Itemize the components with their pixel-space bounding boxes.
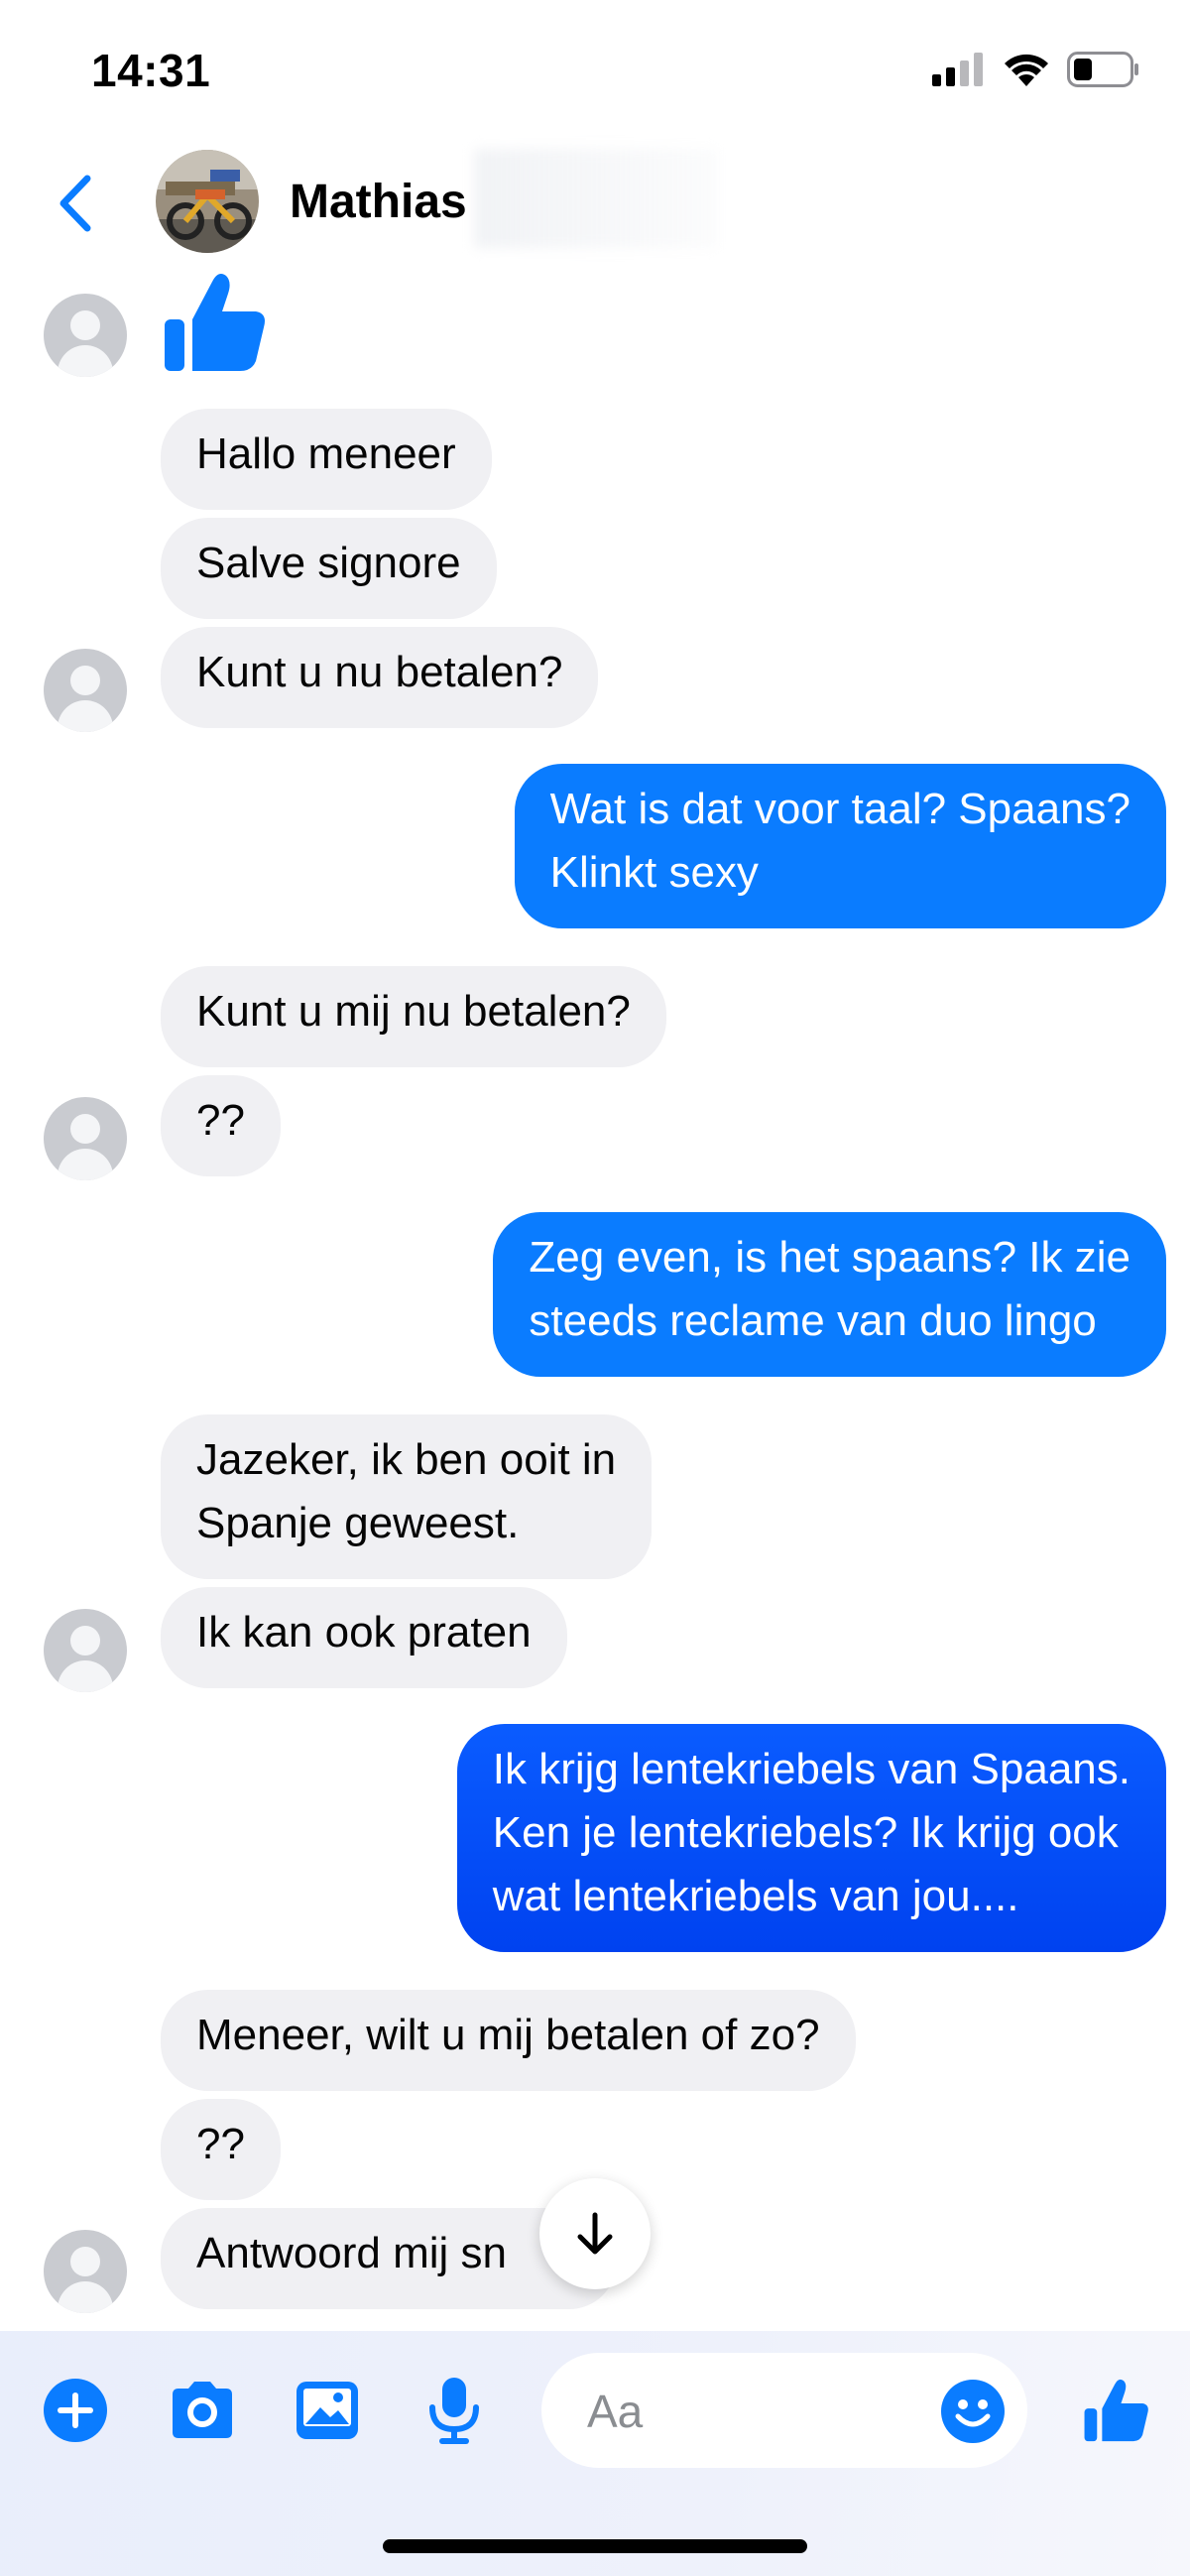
plus-icon (44, 2379, 107, 2442)
contact-name[interactable]: Mathias (290, 175, 467, 229)
arrow-down-icon (577, 2212, 613, 2255)
chat-header: Mathias (0, 139, 1190, 268)
status-time: 14:31 (91, 45, 211, 96)
contact-avatar[interactable] (156, 150, 259, 253)
thumbs-up-icon (165, 274, 265, 371)
wifi-icon (1005, 54, 1048, 86)
message-bubble-outgoing[interactable]: Ik krijg lentekriebels van Spaans. Ken j… (456, 1724, 1166, 1952)
gallery-icon (297, 2382, 358, 2439)
message-bubble-outgoing[interactable]: Zeg even, is het spaans? Ik zie steeds r… (493, 1212, 1166, 1377)
message-bubble-incoming[interactable]: Meneer, wilt u mij betalen of zo? (161, 1990, 856, 2091)
message-input[interactable] (585, 2381, 887, 2442)
sender-avatar[interactable] (44, 1609, 127, 1692)
message-list[interactable]: Hallo meneer Salve signore Kunt u nu bet… (0, 268, 1190, 2331)
scroll-to-bottom-button[interactable] (539, 2178, 651, 2289)
plus-button[interactable] (36, 2371, 115, 2450)
microphone-icon (429, 2378, 479, 2444)
message-bubble-outgoing[interactable]: Wat is dat voor taal? Spaans? Klinkt sex… (514, 764, 1166, 928)
camera-icon (173, 2382, 232, 2438)
camera-button[interactable] (163, 2371, 242, 2450)
status-bar: 14:31 (0, 0, 1190, 139)
signal-icon (932, 53, 983, 86)
gallery-button[interactable] (288, 2371, 367, 2450)
message-bubble-incoming[interactable]: Hallo meneer (161, 409, 492, 510)
redacted-name-region (474, 149, 718, 248)
status-icons (932, 52, 1140, 87)
sender-avatar[interactable] (44, 294, 127, 377)
home-indicator[interactable] (383, 2539, 807, 2553)
emoji-icon[interactable] (940, 2379, 1006, 2444)
voice-button[interactable] (415, 2371, 494, 2450)
message-bubble-incoming[interactable]: Jazeker, ik ben ooit in Spanje geweest. (161, 1414, 653, 1579)
sender-avatar[interactable] (44, 2230, 127, 2313)
message-bubble-incoming[interactable]: Ik kan ook praten (161, 1587, 567, 1688)
back-button[interactable] (50, 169, 109, 238)
like-button[interactable] (1077, 2371, 1156, 2450)
message-bubble-incoming[interactable]: Salve signore (161, 518, 497, 619)
thumbs-up-icon (1084, 2379, 1148, 2442)
sender-avatar[interactable] (44, 649, 127, 732)
message-bubble-incoming[interactable]: ?? (161, 1075, 281, 1176)
battery-icon (1067, 52, 1138, 87)
message-input-container[interactable] (541, 2353, 1027, 2468)
sender-avatar[interactable] (44, 1097, 127, 1180)
back-chevron-icon (60, 175, 91, 232)
message-bubble-incoming[interactable]: ?? (161, 2099, 281, 2200)
message-bubble-incoming[interactable]: Kunt u mij nu betalen? (161, 966, 666, 1067)
message-bubble-incoming[interactable]: Kunt u nu betalen? (161, 627, 599, 728)
